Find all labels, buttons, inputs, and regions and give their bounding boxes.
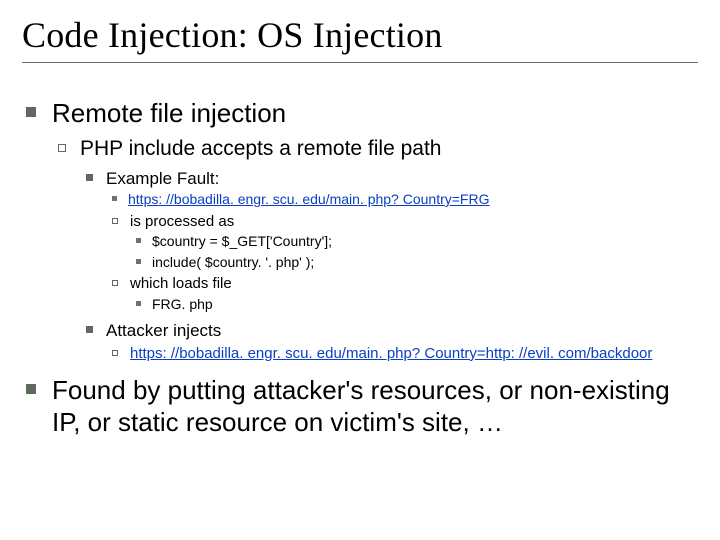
hollow-square-icon: [112, 280, 118, 286]
square-bullet-icon: [86, 174, 93, 181]
title-divider: [22, 62, 698, 63]
text: which loads file: [130, 275, 232, 292]
bullets-lvl5: FRG. php: [130, 296, 698, 314]
text: is processed as: [130, 213, 234, 230]
bullets-lvl3: Example Fault: https: //bobadilla. engr.…: [80, 168, 698, 364]
text: $country = $_GET['Country'];: [152, 233, 332, 249]
bullets-lvl5: https: //bobadilla. engr. scu. edu/main.…: [106, 191, 698, 209]
text: Remote file injection: [52, 98, 286, 128]
square-bullet-icon: [86, 326, 93, 333]
lvl2-item: PHP include accepts a remote file path E…: [52, 136, 698, 364]
square-bullet-icon: [136, 259, 141, 264]
text: PHP include accepts a remote file path: [80, 137, 441, 160]
lvl3-item: Example Fault: https: //bobadilla. engr.…: [80, 168, 698, 314]
square-bullet-icon: [136, 301, 141, 306]
square-bullet-icon: [112, 196, 117, 201]
lvl4-item: is processed as $country = $_GET['Countr…: [106, 213, 698, 272]
lvl5-item: FRG. php: [130, 296, 698, 314]
text: Found by putting attacker's resources, o…: [52, 375, 670, 438]
bullets-lvl4: is processed as $country = $_GET['Countr…: [106, 213, 698, 314]
lvl4-item: https: //bobadilla. engr. scu. edu/main.…: [106, 345, 698, 364]
lvl3-item: Attacker injects https: //bobadilla. eng…: [80, 320, 698, 364]
text: FRG. php: [152, 296, 213, 312]
bullets-lvl1: Remote file injection PHP include accept…: [22, 97, 698, 439]
lvl5-item: $country = $_GET['Country'];: [130, 233, 698, 251]
hollow-square-icon: [112, 218, 118, 224]
lvl5-item: include( $country. '. php' );: [130, 254, 698, 272]
text: Example Fault:: [106, 169, 219, 188]
link-url[interactable]: https: //bobadilla. engr. scu. edu/main.…: [130, 345, 652, 362]
hollow-square-icon: [112, 350, 118, 356]
text: include( $country. '. php' );: [152, 254, 314, 270]
lvl1-item: Found by putting attacker's resources, o…: [22, 374, 698, 439]
bullets-lvl5: $country = $_GET['Country']; include( $c…: [130, 233, 698, 271]
square-bullet-icon: [26, 107, 36, 117]
bullets-lvl2: PHP include accepts a remote file path E…: [52, 136, 698, 364]
text: Attacker injects: [106, 321, 221, 340]
square-bullet-icon: [136, 238, 141, 243]
lvl5-item: https: //bobadilla. engr. scu. edu/main.…: [106, 191, 698, 209]
square-bullet-icon: [26, 384, 36, 394]
bullets-lvl4: https: //bobadilla. engr. scu. edu/main.…: [106, 345, 698, 364]
lvl4-item: which loads file FRG. php: [106, 275, 698, 313]
link-url[interactable]: https: //bobadilla. engr. scu. edu/main.…: [128, 191, 489, 207]
slide: Code Injection: OS Injection Remote file…: [0, 0, 720, 540]
hollow-square-icon: [58, 144, 66, 152]
slide-title: Code Injection: OS Injection: [22, 14, 698, 56]
lvl1-item: Remote file injection PHP include accept…: [22, 97, 698, 364]
